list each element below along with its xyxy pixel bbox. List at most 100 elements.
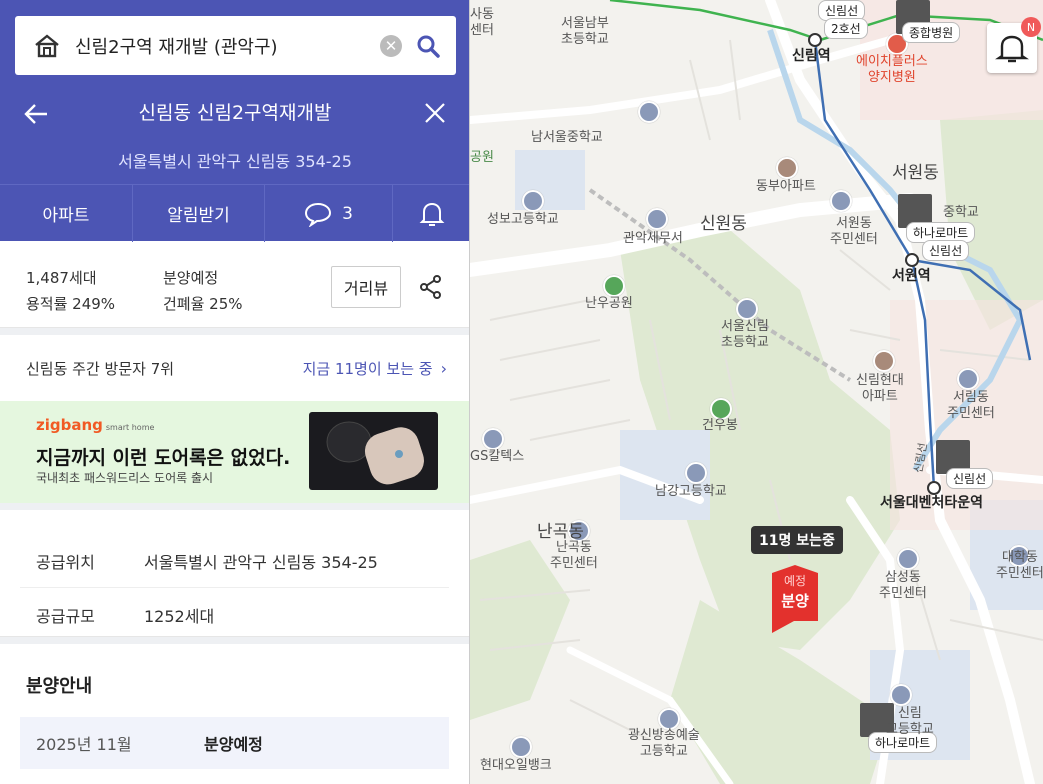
sale-status: 분양예정 [163, 269, 219, 287]
map-label: 신림현대 아파트 [856, 373, 904, 404]
share-icon[interactable] [418, 274, 444, 300]
schedule-date: 2025년 11월 [36, 735, 132, 754]
tab-bell[interactable] [393, 185, 469, 242]
supply-value: 1252세대 [144, 606, 215, 626]
visitor-rank: 신림동 주간 방문자 7위 [26, 359, 175, 378]
map-label: 광신방송예술 고등학교 [628, 728, 700, 759]
panel-header: 신림2구역 재개발 (관악구) ✕ 신림동 신림2구역재개발 서울특별시 관악구… [0, 0, 469, 242]
divider [0, 328, 469, 335]
line-tag: 신림선 [946, 468, 994, 489]
line-tag: 2호선 [824, 18, 868, 39]
search-bar[interactable]: 신림2구역 재개발 (관악구) ✕ [15, 16, 456, 75]
schedule-section: 분양안내 2025년 11월 분양예정 [0, 644, 469, 769]
line-tag: 신림선 [922, 240, 970, 261]
ad-banner[interactable]: zigbang smart home 지금까지 이런 도어록은 없었다. 국내최초… [0, 401, 469, 503]
map-label: 신림 고등학교 [886, 706, 934, 737]
schedule-row: 2025년 11월 분양예정 [20, 717, 449, 769]
map-label: 서원동 주민센터 [830, 216, 878, 247]
office-icon[interactable] [646, 208, 668, 230]
poi-tag: 종합병원 [902, 22, 961, 43]
school-icon[interactable] [685, 462, 707, 484]
map-label: 공원 [470, 150, 494, 165]
detail-panel: 신림2구역 재개발 (관악구) ✕ 신림동 신림2구역재개발 서울특별시 관악구… [0, 0, 470, 784]
map-label: GS칼텍스 [470, 449, 525, 464]
mountain-icon[interactable] [710, 398, 732, 420]
divider [0, 503, 469, 510]
tab-notify[interactable]: 알림받기 [133, 185, 265, 242]
supply-row: 공급위치 서울특별시 관악구 신림동 354-25 [20, 534, 449, 588]
supply-section: 공급위치 서울특별시 관악구 신림동 354-25 공급규모 1252세대 [0, 510, 469, 637]
watching-link[interactable]: 지금 11명이 보는 중 › [303, 358, 447, 379]
visitor-row[interactable]: 신림동 주간 방문자 7위 지금 11명이 보는 중 › [0, 335, 469, 401]
map-label: 난우공원 [585, 296, 633, 311]
map-label: 성보고등학교 [487, 212, 559, 227]
households: 1,487세대 [26, 269, 97, 287]
banner-subtext: 국내최초 패스워드리스 도어록 출시 [36, 471, 214, 485]
community-center-icon[interactable] [830, 190, 852, 212]
comment-count: 3 [342, 203, 353, 224]
map-label: 사동 센터 [470, 7, 494, 38]
school-icon[interactable] [658, 708, 680, 730]
doorlock-image [309, 412, 438, 490]
park-icon[interactable] [603, 275, 625, 297]
station-label: 신림역 [792, 48, 831, 64]
supply-value: 서울특별시 관악구 신림동 354-25 [144, 552, 378, 572]
page-title: 신림동 신림2구역재개발 [138, 102, 332, 124]
map-label: 서울남부 초등학교 [561, 16, 609, 47]
apartment-icon[interactable] [873, 350, 895, 372]
map-label: 남서울중학교 [531, 130, 603, 145]
close-icon[interactable] [422, 100, 448, 126]
map-label: 서울신림 초등학교 [721, 319, 769, 350]
floor-area-ratio: 용적률 249% [26, 295, 116, 313]
search-icon[interactable] [416, 34, 440, 58]
address: 서울특별시 관악구 신림동 354-25 [118, 152, 352, 171]
gas-station-icon[interactable] [482, 428, 504, 450]
apartment-icon[interactable] [776, 157, 798, 179]
tab-comments[interactable]: 3 [265, 185, 393, 242]
clear-icon[interactable]: ✕ [380, 34, 402, 57]
comment-icon [305, 202, 332, 227]
map-label: 서림동 주민센터 [947, 390, 995, 421]
home-icon[interactable] [33, 32, 61, 60]
map-view[interactable]: 사동 센터 서울남부 초등학교 신림선 2호선 신림역 종합병원 에이치플러스 양지병… [470, 0, 1043, 784]
map-label: 남강고등학교 [655, 484, 727, 499]
map-label: 건우봉 [702, 418, 738, 433]
roadview-button[interactable]: 거리뷰 [331, 266, 401, 308]
gas-station-icon[interactable] [510, 736, 532, 758]
summary-info: 1,487세대 용적률 249% 분양예정 건폐율 25% 거리뷰 [0, 241, 469, 328]
bell-icon [419, 202, 444, 226]
map-label: 난곡동 주민센터 [550, 540, 598, 571]
map-label: 동부아파트 [756, 179, 816, 194]
tab-apartment[interactable]: 아파트 [0, 185, 133, 242]
action-tabs: 아파트 알림받기 3 [0, 184, 469, 242]
map-label: 현대오일뱅크 [480, 758, 552, 773]
title-bar: 신림동 신림2구역재개발 [0, 86, 469, 140]
community-center-icon[interactable] [897, 548, 919, 570]
school-icon[interactable] [638, 101, 660, 123]
district-label: 신원동 [700, 214, 747, 234]
map-label: 관악세무서 [623, 231, 683, 246]
schedule-value: 분양예정 [204, 735, 263, 754]
schedule-heading: 분양안내 [26, 676, 93, 697]
community-center-icon[interactable] [957, 368, 979, 390]
zigbang-logo: zigbang smart home [36, 416, 154, 434]
search-input[interactable]: 신림2구역 재개발 (관악구) [75, 33, 380, 59]
supply-key: 공급위치 [36, 552, 95, 572]
viewer-count-tag: 11명 보는중 [751, 526, 843, 554]
school-icon[interactable] [522, 190, 544, 212]
district-label: 난곡동 [537, 522, 584, 542]
banner-headline: 지금까지 이런 도어록은 없었다. [36, 447, 291, 469]
building-coverage: 건폐율 25% [163, 295, 243, 313]
brand-name: zigbang [36, 416, 103, 434]
map-label: 대학동 주민센터 [996, 550, 1043, 581]
divider [0, 637, 469, 644]
listing-pin[interactable]: 예정 분양 [764, 563, 826, 633]
map-label: 삼성동 주민센터 [879, 570, 927, 601]
supply-key: 공급규모 [36, 606, 95, 626]
supply-row: 공급규모 1252세대 [20, 588, 449, 641]
map-label: 중학교 [943, 205, 979, 220]
watching-text: 지금 11명이 보는 중 [302, 359, 433, 378]
district-label: 서원동 [892, 163, 939, 183]
station-label: 서울대벤처타운역 [880, 495, 984, 511]
school-icon[interactable] [736, 298, 758, 320]
